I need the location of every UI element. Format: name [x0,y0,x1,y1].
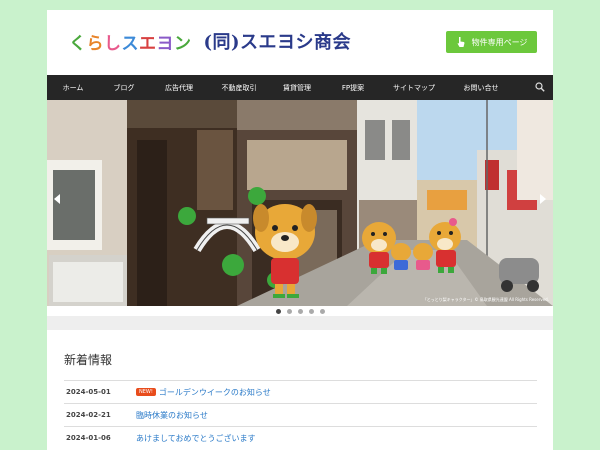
slider-dot[interactable] [275,308,281,314]
news-item: 2024-05-01 NEW! ゴールデンウイークのお知らせ [64,380,537,403]
site-header: くらしスエヨン (同)スエヨシ商会 物件専用ページ [47,10,553,74]
member-page-button[interactable]: 物件専用ページ [446,31,537,53]
logo-char: し [104,33,122,54]
hero-slider[interactable]: 「とっとり梨キャラクター」© 鳥取県観光連盟 All Rights Reserv… [47,100,553,306]
main-nav: ホーム ブログ 広告代理 不動産取引 賃貸管理 FP提案 サイトマップ お問い合… [47,75,553,100]
news-link[interactable]: 臨時休業のお知らせ [136,410,208,421]
nav-item-sitemap[interactable]: サイトマップ [389,75,439,100]
nav-item-fp[interactable]: FP提案 [335,75,371,100]
pointing-hand-icon [457,37,465,47]
news-link[interactable]: あけましておめでとうございます [136,433,256,444]
logo-char: ス [121,33,139,54]
slider-prev-arrow-icon[interactable] [51,192,65,206]
logo-char: エ [139,33,157,54]
logo-char: ヨ [156,33,174,54]
news-link[interactable]: ゴールデンウイークのお知らせ [159,387,271,398]
nav-item-home[interactable]: ホーム [55,75,91,100]
logo-char: ン [174,33,192,54]
news-section-title: 新着情報 [64,353,113,367]
news-date: 2024-05-01 [66,388,111,396]
news-item: 2024-02-21 臨時休業のお知らせ [64,403,537,426]
new-badge: NEW! [136,388,156,396]
slider-dot[interactable] [297,308,303,314]
site-logo[interactable]: くらしスエヨン (同)スエヨシ商会 [69,29,352,54]
slider-pagination [47,306,553,316]
hero-slide-image [47,100,553,306]
section-divider [47,316,553,330]
nav-item-rental[interactable]: 賃貸管理 [279,75,315,100]
nav-item-advertising[interactable]: 広告代理 [161,75,197,100]
nav-item-real-estate[interactable]: 不動産取引 [217,75,261,100]
logo-char: ら [86,33,104,54]
slider-dot[interactable] [308,308,314,314]
news-date: 2024-01-06 [66,434,111,442]
logo-company-name: (同)スエヨシ商会 [203,32,352,53]
news-item: 2024-01-06 あけましておめでとうございます [64,426,537,449]
logo-kurashi-sueyoshi: くらしスエヨン [69,29,192,54]
slider-copyright: 「とっとり梨キャラクター」© 鳥取県観光連盟 All Rights Reserv… [422,297,549,302]
logo-char: く [69,33,87,54]
slider-dot[interactable] [319,308,325,314]
slider-dot[interactable] [286,308,292,314]
nav-item-contact[interactable]: お問い合せ [459,75,503,100]
news-date: 2024-02-21 [66,411,111,419]
member-page-button-label: 物件専用ページ [471,37,528,47]
search-icon[interactable] [535,82,545,92]
nav-item-blog[interactable]: ブログ [109,75,139,100]
page-container: くらしスエヨン (同)スエヨシ商会 物件専用ページ ホーム ブログ 広告代理 不… [47,10,553,450]
slider-next-arrow-icon[interactable] [535,192,549,206]
